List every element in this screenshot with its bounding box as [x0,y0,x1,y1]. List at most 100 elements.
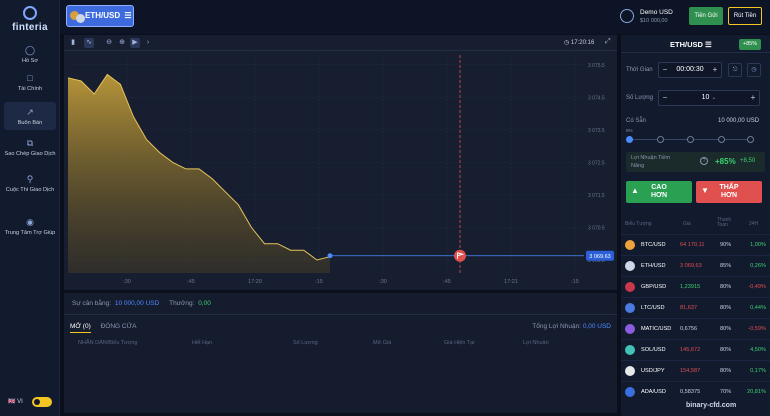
asset-price: 154,587 [680,368,701,374]
expiry-flag-icon[interactable] [454,249,466,262]
col-current-price[interactable]: Giá Hiện Tại [444,340,474,346]
server-time: 17:20:16 [570,40,595,46]
asset-row[interactable]: BTC/USD 64 170,11 90% 1,00% [621,234,770,255]
current-price-dot [327,253,333,259]
withdraw-button[interactable]: Rút Tiền [728,7,762,25]
account-balance: $10 000,00 [640,18,668,24]
asset-row[interactable]: MATIC/USD 0,6756 80% -0,59% [621,318,770,339]
asset-payout: 80% [720,284,732,290]
time-field[interactable]: − 00:00:30 + [658,62,722,78]
col-open-price[interactable]: Mở Giá [373,340,391,346]
col-amount[interactable]: Số Lượng [293,340,318,346]
logo[interactable]: finteria [0,6,60,33]
asset-row[interactable]: LTC/USD 81,637 80% 0,44% [621,297,770,318]
asset-row[interactable]: ETH/USD 3 069,63 85% 0,26% [621,255,770,276]
zoom-out-icon[interactable]: ⊖ [104,38,114,48]
language-label: VI [17,399,23,405]
sidebar-item-finance[interactable]: □ Tài Chính [4,72,56,93]
candles-icon[interactable]: ▮ [68,38,78,48]
asset-icon [625,282,635,292]
asset-row[interactable]: GBP/USD 1,23915 80% -0,49% [621,276,770,297]
timer-icon[interactable]: ◷ [747,63,761,77]
col-asset[interactable]: Biểu Tượng [625,221,652,227]
plus-icon[interactable]: + [748,91,758,105]
positions-tabs: MỞ (0) ĐÓNG CỬA [70,323,144,333]
x-tick-label: :30 [379,279,387,285]
asset-price: 0,58375 [680,389,701,395]
asset-row[interactable]: USD/JPY 154,587 80% 0,17% [621,360,770,381]
x-tick-label: 17:21 [504,279,518,285]
available-label: Có Sẵn [626,118,647,124]
sidebar-item-copy-trade[interactable]: ⧉ Sao Chép Giao Dịch [4,137,56,158]
trade-icon: ↗ [26,107,34,117]
tab-closed[interactable]: ĐÓNG CỬA [101,323,137,332]
asset-icon [625,366,635,376]
zoom-in-icon[interactable]: ⊕ [117,38,127,48]
asset-payout: 85% [720,263,732,269]
chart-toolbar: ▮ ∿ ⊖ ⊕ ▶ › ◷ 17:20:16 ⤢ [64,35,617,51]
slider-step[interactable] [657,136,664,143]
asset-name: GBP/USD [641,284,667,290]
sidebar-item-contest[interactable]: ⚲ Cuộc Thi Giao Dịch [4,173,56,194]
slider-handle[interactable] [626,136,633,143]
amount-value: 10 [701,94,710,101]
fullscreen-icon[interactable]: ⤢ [605,38,611,46]
pending-order-icon[interactable]: ⎋ [728,63,742,77]
slider-step[interactable] [718,136,725,143]
y-tick-label: 3 070.5 [588,225,605,231]
usd-coin-icon [76,14,85,23]
profile-icon: ◯ [24,45,36,55]
slider-step[interactable] [747,136,754,143]
language-selector[interactable]: 🇬🇧 VI [8,398,23,405]
asset-name: LTC/USD [641,305,665,311]
col-expiry[interactable]: Hết Hạn [192,340,212,346]
autoscroll-icon[interactable]: ▶ [130,38,140,48]
asset-pair-label: ETH/USD [85,11,121,20]
price-chart[interactable]: :30:45 17:20:15:30:45 17:21:15 3 075.5 3 074… [64,51,617,290]
lower-button[interactable]: ▼ THẤP HƠN [696,181,762,203]
order-header: ETH/USD ☰ +85% [621,35,770,53]
order-panel: ETH/USD ☰ +85% Thời Gian − 00:00:30 + ⎋ … [621,35,770,416]
amount-field[interactable]: − 10 ⌄ + [658,90,760,106]
deposit-button[interactable]: Tiền Gửi [689,7,723,25]
sidebar-item-label: Trung Tâm Trợ Giúp [4,230,56,236]
col-24h[interactable]: 24H [749,221,758,227]
order-pair-label: ETH/USD [670,40,703,49]
slider-step[interactable] [687,136,694,143]
theme-toggle[interactable] [32,397,52,407]
sidebar-item-profile[interactable]: ◯ Hồ Sơ [4,44,56,65]
minus-icon[interactable]: − [660,63,670,77]
y-tick-label: 3 075.5 [588,63,605,69]
balance-bar: Sự cân bằng: 10 000,00 USD Thưởng: 0,00 [64,293,617,315]
skip-end-icon[interactable]: › [143,38,153,48]
x-tick-label: 17:20 [248,279,262,285]
higher-button[interactable]: ▲ CAO HƠN [626,181,692,203]
sidebar-item-trade[interactable]: ↗ Buôn Bán [4,102,56,130]
asset-pair-button[interactable]: ETH/USD ☰ [66,5,134,27]
x-tick-label: :30 [123,279,131,285]
help-circle-icon[interactable]: ? [700,157,708,165]
positions-panel: Sự cân bằng: 10 000,00 USD Thưởng: 0,00 … [64,293,617,413]
tab-open[interactable]: MỞ (0) [70,323,91,333]
asset-row[interactable]: SOL/USD 145,672 80% 4,50% [621,339,770,360]
sidebar-item-help[interactable]: ◉ Trung Tâm Trợ Giúp [4,216,56,237]
finteria-logo-mark [23,6,37,20]
pnl-label: Tổng Lợi Nhuận: [532,323,581,330]
col-profit[interactable]: Lợi Nhuận [523,340,549,346]
profit-label-2: Năng [631,163,645,169]
asset-payout: 80% [720,326,732,332]
line-chart-icon[interactable]: ∿ [84,38,94,48]
chart-panel: ▮ ∿ ⊖ ⊕ ▶ › ◷ 17:20:16 ⤢ :30:45 17:20:15:… [64,35,617,290]
order-pair[interactable]: ETH/USD ☰ [670,40,712,49]
col-payout[interactable]: Thanh Toán [717,218,737,228]
col-symbol[interactable]: NHÃN DÁN/Biểu Tượng [78,340,137,346]
asset-payout: 80% [720,305,732,311]
asset-change: 0,44% [750,305,766,311]
minus-icon[interactable]: − [660,91,670,105]
col-price[interactable]: Giá [683,221,691,227]
account-switcher[interactable]: Demo USD $10 000,00 ⌄ [620,7,701,27]
plus-icon[interactable]: + [710,63,720,77]
asset-row[interactable]: ADA/USD 0,58375 70% 20,81% [621,381,770,402]
app-root: finteria ◯ Hồ Sơ □ Tài Chính ↗ Buôn Bán … [0,0,770,416]
menu-icon: ☰ [124,11,132,20]
